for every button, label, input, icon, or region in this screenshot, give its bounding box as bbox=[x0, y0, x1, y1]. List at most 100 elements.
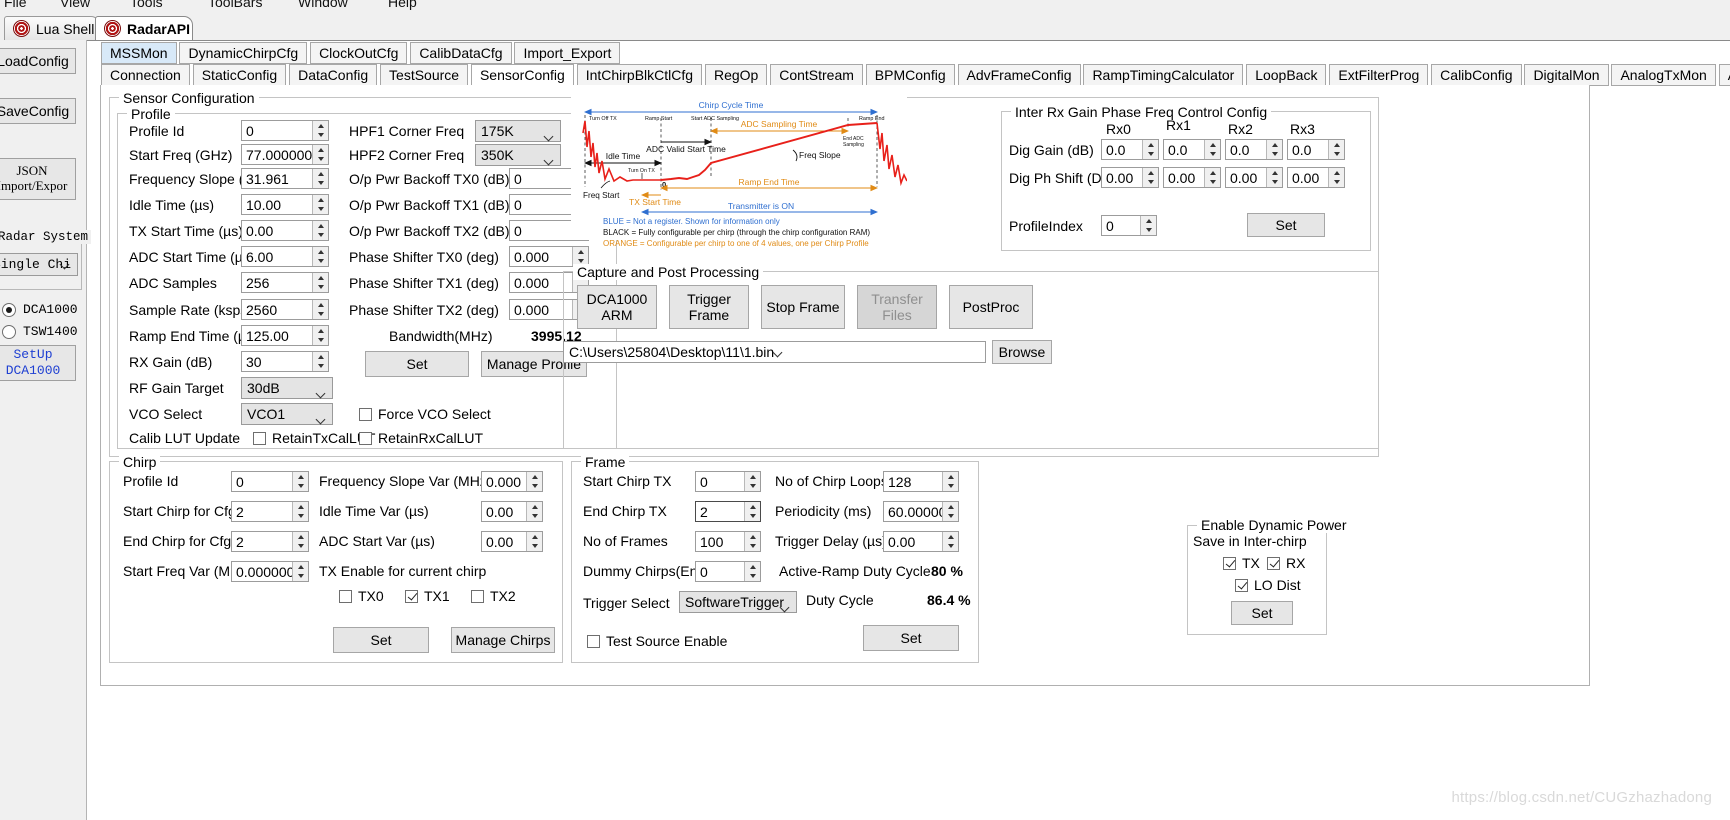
spinner-arrows[interactable] bbox=[312, 352, 328, 371]
spinner-arrows[interactable] bbox=[1142, 140, 1158, 159]
adc-start-time-input[interactable]: 6.00 bbox=[241, 246, 329, 267]
spinner-arrows[interactable] bbox=[1140, 216, 1156, 235]
rx-gain-input[interactable]: 30 bbox=[241, 351, 329, 372]
stop-frame-button[interactable]: Stop Frame bbox=[761, 285, 845, 329]
tab-clockoutcfg[interactable]: ClockOutCfg bbox=[310, 42, 408, 64]
dynamic-power-lo-dist-checkbox[interactable]: LO Dist bbox=[1235, 577, 1301, 593]
chirp-profile-id-input[interactable]: 0 bbox=[231, 471, 309, 492]
tab-mssmon[interactable]: MSSMon bbox=[101, 42, 177, 64]
tab-advframeconfig[interactable]: AdvFrameConfig bbox=[957, 64, 1081, 86]
postproc-button[interactable]: PostProc bbox=[949, 285, 1033, 329]
tab-regop[interactable]: RegOp bbox=[704, 64, 768, 86]
spinner-arrows[interactable] bbox=[312, 326, 328, 345]
end-chirp-for-cfg-input[interactable]: 2 bbox=[231, 531, 309, 552]
tab-import-export[interactable]: Import_Export bbox=[514, 42, 621, 64]
frame-set-button[interactable]: Set bbox=[863, 625, 959, 651]
profile-set-button[interactable]: Set bbox=[365, 351, 469, 377]
hpf1-corner-freq-select[interactable]: 175K bbox=[475, 120, 561, 142]
retain-rx-cal-lut-checkbox[interactable]: RetainRxCalLUT bbox=[359, 430, 483, 446]
tab-digitalmon[interactable]: DigitalMon bbox=[1524, 64, 1609, 86]
start-chirp-tx-input[interactable]: 0 bbox=[695, 471, 761, 492]
dig-gain-rx2-input[interactable]: 0.0 bbox=[1225, 139, 1283, 160]
spinner-arrows[interactable] bbox=[526, 472, 542, 491]
menu-item-file[interactable]: File bbox=[4, 0, 27, 10]
spinner-arrows[interactable] bbox=[292, 532, 308, 551]
adc-samples-input[interactable]: 256 bbox=[241, 272, 329, 293]
window-tab-lua-shell[interactable]: Lua Shell bbox=[4, 16, 100, 40]
tab-analogtxmon[interactable]: AnalogTxMon bbox=[1611, 64, 1716, 86]
dynamic-power-set-button[interactable]: Set bbox=[1231, 601, 1293, 625]
spinner-arrows[interactable] bbox=[1266, 168, 1282, 187]
idle-time-var-input[interactable]: 0.00 bbox=[481, 501, 543, 522]
hpf2-corner-freq-select[interactable]: 350K bbox=[475, 144, 561, 166]
tab-connection[interactable]: Connection bbox=[101, 64, 190, 86]
spinner-arrows[interactable] bbox=[312, 300, 328, 319]
start-chirp-for-cfg-input[interactable]: 2 bbox=[231, 501, 309, 522]
start-freq-var-input[interactable]: 0.000000 bbox=[231, 561, 309, 582]
tab-calibdatacfg[interactable]: CalibDataCfg bbox=[410, 42, 512, 64]
spinner-arrows[interactable] bbox=[1328, 140, 1344, 159]
spinner-arrows[interactable] bbox=[526, 502, 542, 521]
frequency-slope-input[interactable]: 31.961 bbox=[241, 168, 329, 189]
spinner-arrows[interactable] bbox=[942, 502, 958, 521]
tab-sensorconfig[interactable]: SensorConfig bbox=[470, 64, 574, 86]
dig-ph-shift-rx2-input[interactable]: 0.00 bbox=[1225, 167, 1283, 188]
spinner-arrows[interactable] bbox=[312, 145, 328, 164]
start-freq-input[interactable]: 77.000000 bbox=[241, 144, 329, 165]
dca1000-arm-button[interactable]: DCA1000 ARM bbox=[577, 285, 657, 329]
dynamic-power-tx-checkbox[interactable]: TX bbox=[1223, 555, 1260, 571]
spinner-arrows[interactable] bbox=[1204, 168, 1220, 187]
json-import-export-button[interactable]: JSON Import/Expor bbox=[0, 158, 76, 200]
spinner-arrows[interactable] bbox=[1204, 140, 1220, 159]
tab-testsource[interactable]: TestSource bbox=[380, 64, 469, 86]
radar-system-select[interactable]: Single Chi bbox=[0, 253, 78, 276]
vco-select-select[interactable]: VCO1 bbox=[241, 403, 333, 425]
menu-item-toolbars[interactable]: ToolBars bbox=[208, 0, 262, 10]
periodicity-input[interactable]: 60.000000 bbox=[883, 501, 959, 522]
tab-analogrxmon[interactable]: AnalogRxMon bbox=[1718, 64, 1730, 86]
inter-rx-set-button[interactable]: Set bbox=[1247, 213, 1325, 237]
spinner-arrows[interactable] bbox=[744, 562, 760, 581]
dummy-chirps-end-input[interactable]: 0 bbox=[695, 561, 761, 582]
dig-gain-rx0-input[interactable]: 0.0 bbox=[1101, 139, 1159, 160]
spinner-arrows[interactable] bbox=[292, 502, 308, 521]
dig-gain-rx1-input[interactable]: 0.0 bbox=[1163, 139, 1221, 160]
profile-id-input[interactable]: 0 bbox=[241, 120, 329, 141]
test-source-enable-checkbox[interactable]: Test Source Enable bbox=[587, 633, 727, 649]
end-chirp-tx-input[interactable]: 2 bbox=[695, 501, 761, 522]
menu-item-window[interactable]: Window bbox=[298, 0, 348, 10]
trigger-select-select[interactable]: SoftwareTrigger bbox=[679, 591, 797, 613]
sample-rate-input[interactable]: 2560 bbox=[241, 299, 329, 320]
dig-ph-shift-rx3-input[interactable]: 0.00 bbox=[1287, 167, 1345, 188]
radio-dca1000[interactable]: DCA1000 bbox=[2, 302, 78, 317]
tab-contstream[interactable]: ContStream bbox=[770, 64, 863, 86]
menu-item-tools[interactable]: Tools bbox=[130, 0, 163, 10]
tx-start-time-input[interactable]: 0.00 bbox=[241, 220, 329, 241]
force-vco-select-checkbox[interactable]: Force VCO Select bbox=[359, 406, 491, 422]
tab-dataconfig[interactable]: DataConfig bbox=[289, 64, 378, 86]
tab-intchirpblkctlcfg[interactable]: IntChirpBlkCtlCfg bbox=[576, 64, 703, 86]
tab-calibconfig[interactable]: CalibConfig bbox=[1431, 64, 1522, 86]
trigger-frame-button[interactable]: Trigger Frame bbox=[669, 285, 749, 329]
menu-item-view[interactable]: View bbox=[60, 0, 90, 10]
spinner-arrows[interactable] bbox=[292, 472, 308, 491]
window-tab-radarapi[interactable]: RadarAPI bbox=[95, 16, 193, 40]
spinner-arrows[interactable] bbox=[942, 472, 958, 491]
spinner-arrows[interactable] bbox=[744, 532, 760, 551]
tab-bpmconfig[interactable]: BPMConfig bbox=[865, 64, 955, 86]
spinner-arrows[interactable] bbox=[292, 562, 308, 581]
tx1-checkbox[interactable]: TX1 bbox=[405, 588, 450, 604]
chirp-set-button[interactable]: Set bbox=[333, 627, 429, 653]
profile-index-input[interactable]: 0 bbox=[1101, 215, 1157, 236]
spinner-arrows[interactable] bbox=[526, 532, 542, 551]
spinner-arrows[interactable] bbox=[1328, 168, 1344, 187]
dig-ph-shift-rx0-input[interactable]: 0.00 bbox=[1101, 167, 1159, 188]
spinner-arrows[interactable] bbox=[744, 472, 760, 491]
spinner-arrows[interactable] bbox=[312, 121, 328, 140]
spinner-arrows[interactable] bbox=[312, 169, 328, 188]
rf-gain-target-select[interactable]: 30dB bbox=[241, 377, 333, 399]
capture-file-path-dropdown[interactable]: C:\Users\25804\Desktop\11\1.bin bbox=[563, 341, 986, 363]
dynamic-power-rx-checkbox[interactable]: RX bbox=[1267, 555, 1305, 571]
trigger-delay-input[interactable]: 0.00 bbox=[883, 531, 959, 552]
radio-tsw1400[interactable]: TSW1400 bbox=[2, 324, 78, 339]
